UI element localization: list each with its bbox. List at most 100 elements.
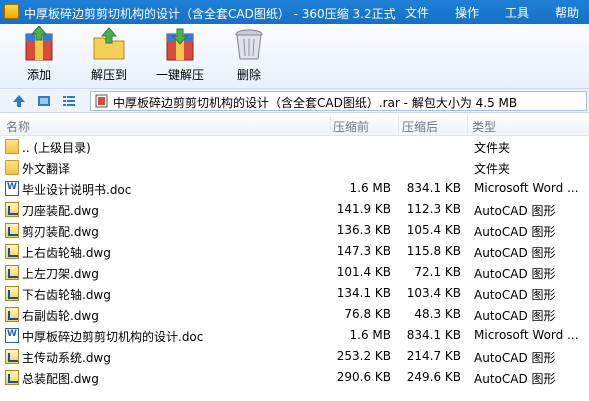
size-before: 141.9 KB	[336, 202, 391, 216]
add-label: 添加	[26, 68, 51, 82]
table-row[interactable]: 刀座装配.dwg 141.9 KB 112.3 KB AutoCAD 图形	[0, 199, 589, 220]
table-row[interactable]: 主传动系统.dwg 253.2 KB 214.7 KB AutoCAD 图形	[0, 346, 589, 367]
column-divider[interactable]	[467, 115, 468, 134]
window-title: 中厚板碎边剪剪切机构的设计（含全套CAD图纸） - 360压缩 3.2正式	[24, 7, 396, 21]
list-view-icon[interactable]	[61, 93, 77, 109]
toolbar: 添加 解压到 一键解压 删除	[0, 24, 589, 88]
word-doc-icon	[5, 328, 19, 343]
column-name[interactable]: 名称	[6, 118, 30, 135]
address-field[interactable]: 中厚板碎边剪剪切机构的设计（含全套CAD图纸）.rar - 解包大小为 4.5 …	[90, 91, 587, 111]
table-row[interactable]: 上右齿轮轴.dwg 147.3 KB 115.8 KB AutoCAD 图形	[0, 241, 589, 262]
archive-file-icon	[95, 94, 108, 108]
size-after: 214.7 KB	[406, 349, 461, 363]
one-click-extract-button[interactable]: 一键解压	[148, 26, 212, 84]
size-after: 72.1 KB	[414, 265, 461, 279]
extract-to-label: 解压到	[90, 68, 127, 82]
file-type: AutoCAD 图形	[474, 351, 556, 365]
one-click-extract-icon	[161, 26, 199, 62]
file-type: 文件夹	[474, 141, 511, 155]
file-type: AutoCAD 图形	[474, 204, 556, 218]
table-row[interactable]: 下右齿轮轴.dwg 134.1 KB 103.4 KB AutoCAD 图形	[0, 283, 589, 304]
extract-to-button[interactable]: 解压到	[77, 26, 141, 84]
folder-icon	[5, 139, 19, 154]
menu-help[interactable]: 帮助	[555, 4, 579, 21]
autocad-dwg-icon	[5, 307, 19, 322]
file-name: 刀座装配.dwg	[22, 204, 99, 218]
app-logo-icon	[4, 4, 19, 19]
menu-operation[interactable]: 操作	[455, 4, 479, 21]
size-before: 1.6 MB	[349, 328, 391, 342]
address-bar-row: 中厚板碎边剪剪切机构的设计（含全套CAD图纸）.rar - 解包大小为 4.5 …	[0, 88, 589, 113]
folder-icon	[5, 160, 19, 175]
file-type: AutoCAD 图形	[474, 372, 556, 386]
table-row[interactable]: 中厚板碎边剪剪切机构的设计.doc 1.6 MB 834.1 KB Micros…	[0, 325, 589, 346]
table-row[interactable]: 剪刃装配.dwg 136.3 KB 105.4 KB AutoCAD 图形	[0, 220, 589, 241]
size-before: 1.6 MB	[349, 181, 391, 195]
file-name: 中厚板碎边剪剪切机构的设计.doc	[22, 330, 204, 344]
trash-icon	[230, 26, 268, 62]
delete-button[interactable]: 删除	[217, 26, 281, 84]
size-after: 834.1 KB	[406, 181, 461, 195]
add-archive-icon	[20, 25, 58, 62]
menu-tools[interactable]: 工具	[505, 4, 529, 21]
word-doc-icon	[5, 181, 19, 196]
file-type: AutoCAD 图形	[474, 225, 556, 239]
autocad-dwg-icon	[5, 370, 19, 385]
file-type: AutoCAD 图形	[474, 246, 556, 260]
size-after: 115.8 KB	[406, 244, 461, 258]
archive-path: 中厚板碎边剪剪切机构的设计（含全套CAD图纸）.rar - 解包大小为 4.5 …	[113, 96, 518, 110]
size-after: 103.4 KB	[406, 286, 461, 300]
file-type: Microsoft Word ...	[474, 328, 579, 342]
delete-label: 删除	[236, 68, 261, 82]
file-type: AutoCAD 图形	[474, 309, 556, 323]
size-after: 834.1 KB	[406, 328, 461, 342]
file-list: .. (上级目录) 文件夹 外文翻译 文件夹 毕业设计说明书.doc 1.6 M…	[0, 136, 589, 401]
table-row[interactable]: 外文翻译 文件夹	[0, 157, 589, 178]
add-button[interactable]: 添加	[7, 25, 71, 84]
file-type: AutoCAD 图形	[474, 288, 556, 302]
column-divider[interactable]	[398, 115, 399, 134]
size-before: 253.2 KB	[336, 349, 391, 363]
table-row[interactable]: 上左刀架.dwg 101.4 KB 72.1 KB AutoCAD 图形	[0, 262, 589, 283]
file-name: 外文翻译	[22, 162, 71, 176]
size-before: 136.3 KB	[336, 223, 391, 237]
size-after: 105.4 KB	[406, 223, 461, 237]
table-row[interactable]: 毕业设计说明书.doc 1.6 MB 834.1 KB Microsoft Wo…	[0, 178, 589, 199]
autocad-dwg-icon	[5, 286, 19, 301]
one-click-extract-label: 一键解压	[155, 68, 204, 82]
size-before: 134.1 KB	[336, 286, 391, 300]
table-row[interactable]: 右副齿轮.dwg 76.8 KB 48.3 KB AutoCAD 图形	[0, 304, 589, 325]
up-arrow-icon[interactable]	[11, 93, 27, 109]
thumbnail-view-icon[interactable]	[36, 93, 52, 109]
title-bar: 中厚板碎边剪剪切机构的设计（含全套CAD图纸） - 360压缩 3.2正式 文件…	[0, 0, 589, 24]
file-name: 上左刀架.dwg	[22, 267, 99, 281]
autocad-dwg-icon	[5, 202, 19, 217]
size-before: 76.8 KB	[344, 307, 391, 321]
file-name: 总装配图.dwg	[22, 372, 99, 386]
column-type[interactable]: 类型	[472, 118, 496, 135]
autocad-dwg-icon	[5, 244, 19, 259]
size-before: 101.4 KB	[336, 265, 391, 279]
file-name: 毕业设计说明书.doc	[22, 183, 132, 197]
file-type: 文件夹	[474, 162, 511, 176]
file-name: 下右齿轮轴.dwg	[22, 288, 111, 302]
column-compressed-before[interactable]: 压缩前	[333, 118, 369, 135]
file-name: 剪刃装配.dwg	[22, 225, 99, 239]
extract-folder-icon	[90, 26, 128, 62]
menu-file[interactable]: 文件	[405, 4, 429, 21]
column-header: 名称 压缩前 压缩后 类型	[0, 113, 589, 136]
table-row[interactable]: .. (上级目录) 文件夹	[0, 136, 589, 157]
size-before: 290.6 KB	[336, 370, 391, 384]
autocad-dwg-icon	[5, 223, 19, 238]
autocad-dwg-icon	[5, 265, 19, 280]
file-name: 上右齿轮轴.dwg	[22, 246, 111, 260]
size-after: 249.6 KB	[406, 370, 461, 384]
column-divider[interactable]	[330, 115, 331, 134]
column-compressed-after[interactable]: 压缩后	[402, 118, 438, 135]
size-before: 147.3 KB	[336, 244, 391, 258]
table-row[interactable]: 总装配图.dwg 290.6 KB 249.6 KB AutoCAD 图形	[0, 367, 589, 388]
file-name: 主传动系统.dwg	[22, 351, 111, 365]
size-after: 48.3 KB	[414, 307, 461, 321]
file-type: Microsoft Word ...	[474, 181, 579, 195]
file-type: AutoCAD 图形	[474, 267, 556, 281]
